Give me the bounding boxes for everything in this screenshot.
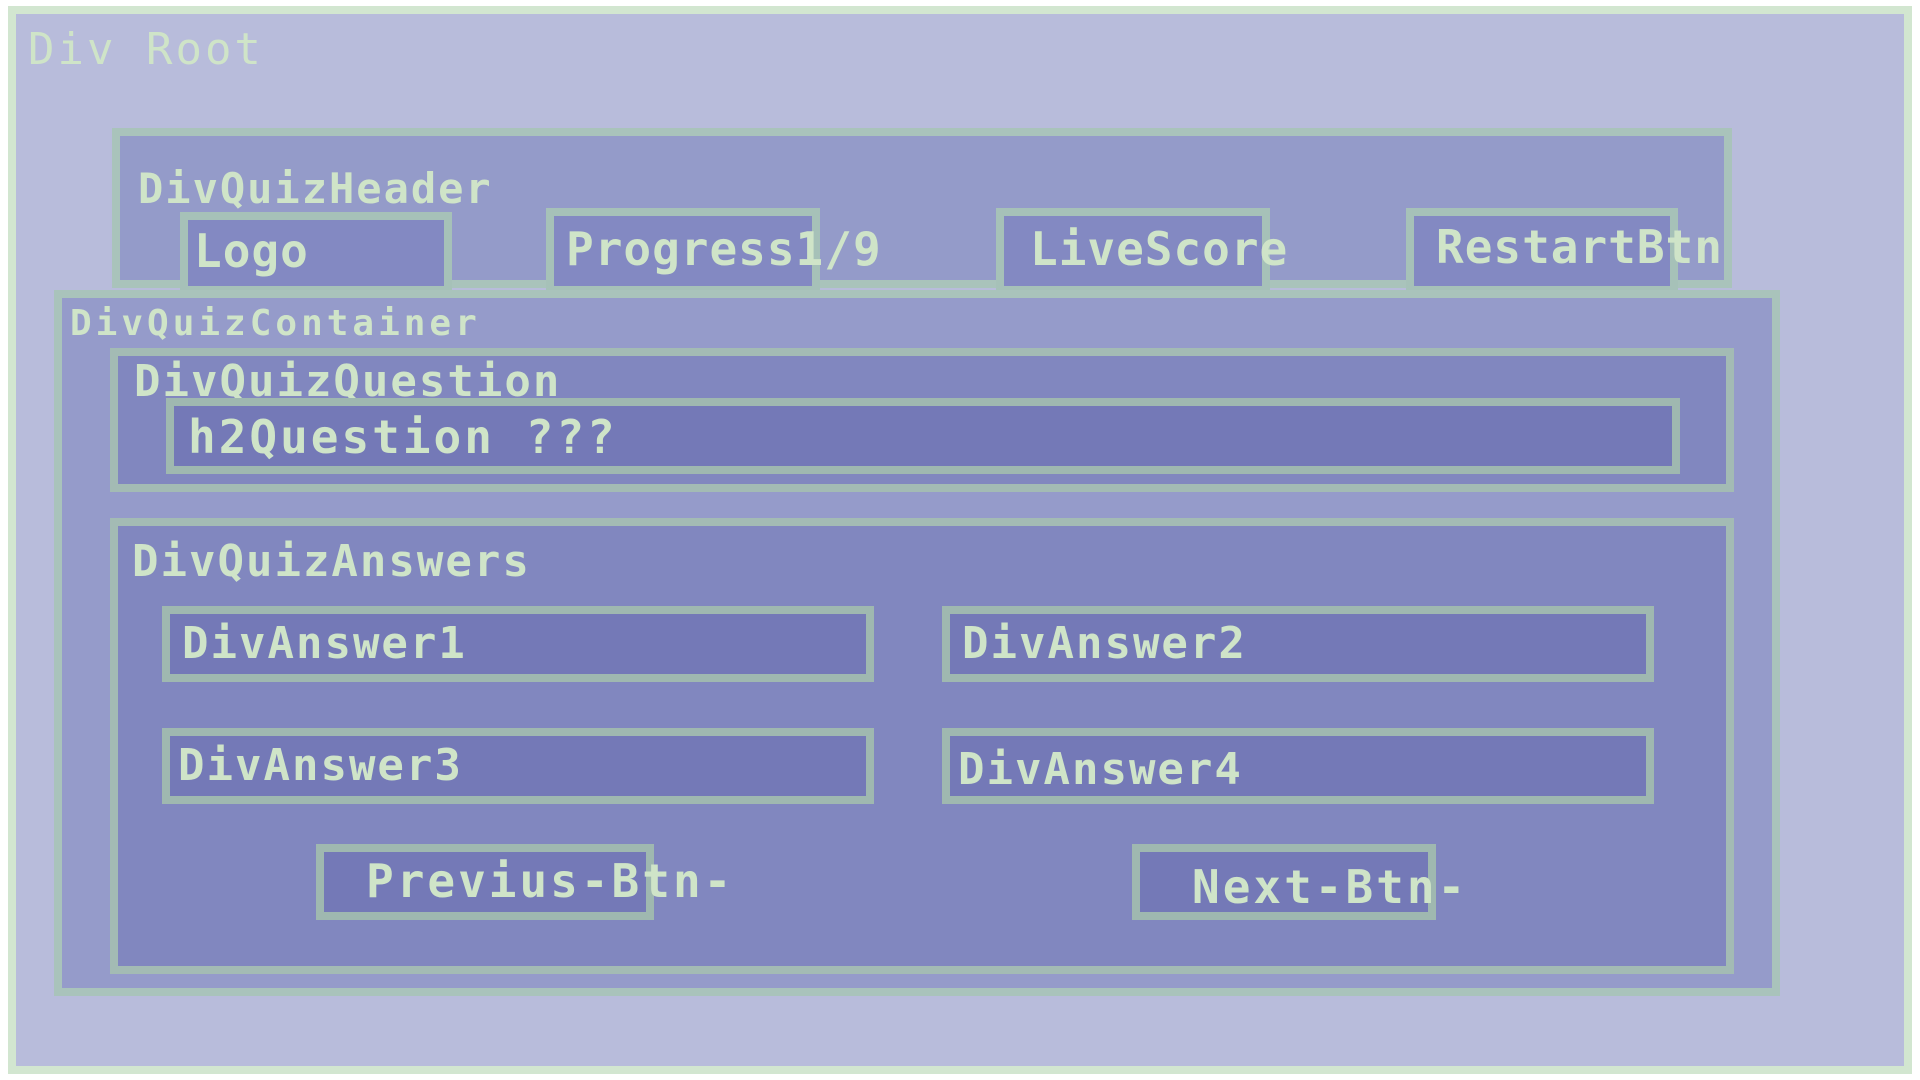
answer-3-label: DivAnswer3	[178, 740, 463, 791]
div-root-label: Div Root	[28, 24, 264, 75]
answer-2-label: DivAnswer2	[962, 618, 1247, 669]
live-score-label: LiveScore	[1030, 222, 1289, 276]
restart-button-label: RestartBtn	[1436, 220, 1723, 274]
quiz-container-label: DivQuizContainer	[70, 303, 481, 344]
progress-label: Progress1/9	[566, 222, 882, 276]
quiz-answers-label: DivQuizAnswers	[132, 536, 531, 587]
quiz-header-label: DivQuizHeader	[138, 164, 493, 213]
answer-4-label: DivAnswer4	[958, 744, 1243, 795]
logo-label: Logo	[194, 224, 309, 278]
answer-1-label: DivAnswer1	[182, 618, 467, 669]
question-heading-label: h2Question ???	[188, 410, 618, 464]
next-button-label: Next-Btn-	[1192, 860, 1469, 914]
previous-button-label: Previus-Btn-	[366, 854, 735, 908]
